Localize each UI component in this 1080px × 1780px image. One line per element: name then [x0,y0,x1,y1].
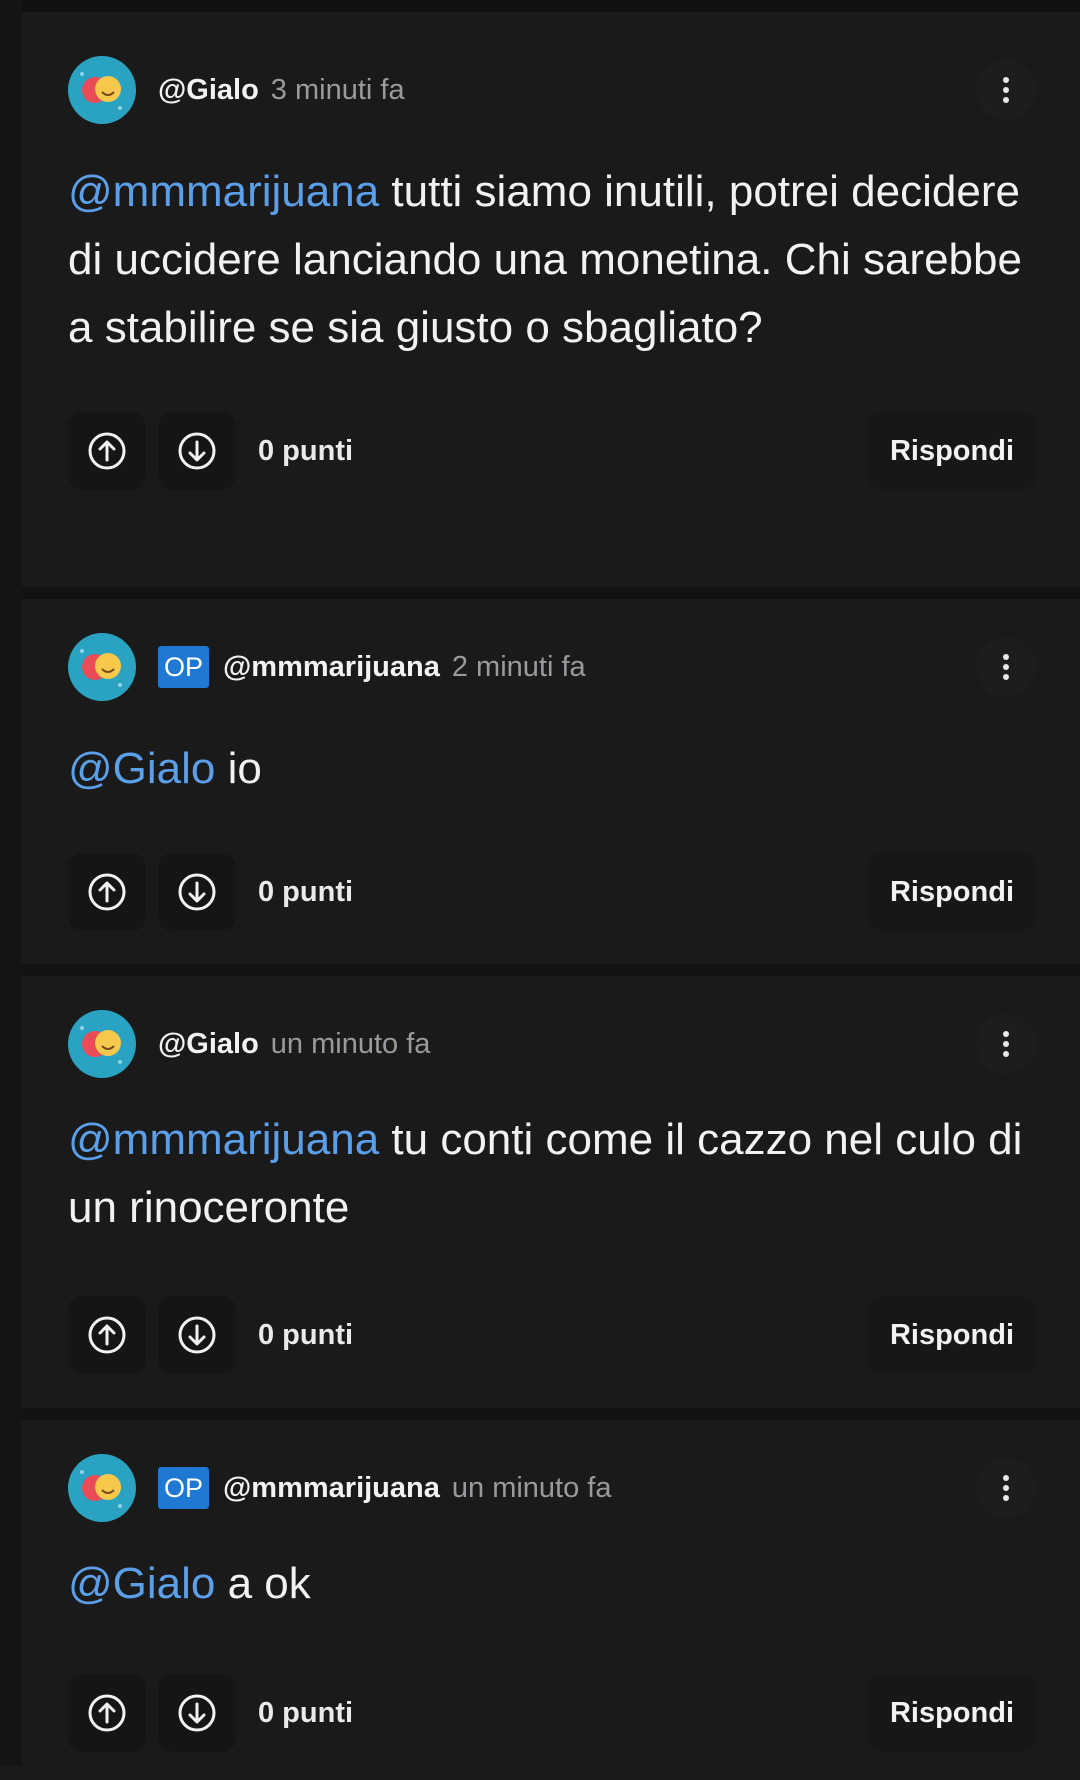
timestamp: un minuto fa [270,1027,431,1060]
more-vertical-icon [1003,1475,1009,1481]
comment-body: @Gialo a ok [68,1550,1040,1618]
arrow-down-circle-icon [178,1316,216,1354]
comment-header: OP @mmmarijuana 2 minuti fa [68,633,586,701]
timestamp: 3 minuti fa [270,73,405,106]
comment: @Gialo un minuto fa @mmmarijuana tu cont… [22,976,1080,1408]
downvote-button[interactable] [158,1674,236,1752]
comment-body: @mmmarijuana tu conti come il cazzo nel … [68,1106,1040,1242]
comment-text: io [215,744,262,793]
arrow-up-circle-icon [88,1316,126,1354]
arrow-down-circle-icon [178,1694,216,1732]
more-options-button[interactable] [976,60,1036,120]
mention-link[interactable]: @Gialo [68,1559,215,1608]
comment-actions: 0 punti Rispondi [68,1296,1036,1374]
op-badge: OP [158,1467,210,1509]
username[interactable]: @mmmarijuana [223,1472,440,1505]
divider [22,964,1080,976]
comment: OP @mmmarijuana 2 minuti fa @Gialo io 0 … [22,599,1080,964]
upvote-button[interactable] [68,853,146,931]
divider [22,587,1080,599]
more-vertical-icon [1003,654,1009,660]
reply-button[interactable]: Rispondi [867,1674,1036,1752]
points-count: 0 punti [258,1318,354,1351]
left-rail [0,0,22,1766]
comment-text: a ok [215,1559,311,1608]
timestamp: 2 minuti fa [451,650,586,683]
upvote-button[interactable] [68,1296,146,1374]
downvote-button[interactable] [158,412,236,490]
comment-body: @Gialo io [68,735,1040,803]
username[interactable]: @mmmarijuana [223,651,440,684]
username[interactable]: @Gialo [158,1028,259,1061]
downvote-button[interactable] [158,1296,236,1374]
arrow-up-circle-icon [88,873,126,911]
comment-header: OP @mmmarijuana un minuto fa [68,1454,611,1522]
reply-button[interactable]: Rispondi [867,412,1036,490]
op-badge: OP [158,646,210,688]
comment-feed: @Gialo 3 minuti fa @mmmarijuana tutti si… [22,12,1080,1780]
comment: @Gialo 3 minuti fa @mmmarijuana tutti si… [22,12,1080,587]
more-options-button[interactable] [976,637,1036,697]
comment: OP @mmmarijuana un minuto fa @Gialo a ok [22,1420,1080,1780]
reply-button[interactable]: Rispondi [867,853,1036,931]
more-options-button[interactable] [976,1014,1036,1074]
points-count: 0 punti [258,875,354,908]
upvote-button[interactable] [68,1674,146,1752]
reply-button[interactable]: Rispondi [867,1296,1036,1374]
avatar[interactable] [68,56,136,124]
more-vertical-icon [1003,1031,1009,1037]
comment-actions: 0 punti Rispondi [68,412,1036,490]
divider [22,1408,1080,1420]
downvote-button[interactable] [158,853,236,931]
comment-actions: 0 punti Rispondi [68,853,1036,931]
comment-header: @Gialo un minuto fa [68,1010,430,1078]
arrow-down-circle-icon [178,432,216,470]
timestamp: un minuto fa [451,1471,612,1504]
comment-body: @mmmarijuana tutti siamo inutili, potrei… [68,158,1040,362]
points-count: 0 punti [258,434,354,467]
mention-link[interactable]: @mmmarijuana [68,167,379,216]
mention-link[interactable]: @Gialo [68,744,215,793]
mention-link[interactable]: @mmmarijuana [68,1115,379,1164]
avatar[interactable] [68,633,136,701]
points-count: 0 punti [258,1696,354,1729]
top-divider [22,0,1080,12]
avatar[interactable] [68,1454,136,1522]
more-vertical-icon [1003,77,1009,83]
comment-header: @Gialo 3 minuti fa [68,56,405,124]
avatar[interactable] [68,1010,136,1078]
username[interactable]: @Gialo [158,74,259,107]
more-options-button[interactable] [976,1458,1036,1518]
arrow-up-circle-icon [88,432,126,470]
arrow-down-circle-icon [178,873,216,911]
comment-actions: 0 punti Rispondi [68,1674,1036,1752]
upvote-button[interactable] [68,412,146,490]
arrow-up-circle-icon [88,1694,126,1732]
